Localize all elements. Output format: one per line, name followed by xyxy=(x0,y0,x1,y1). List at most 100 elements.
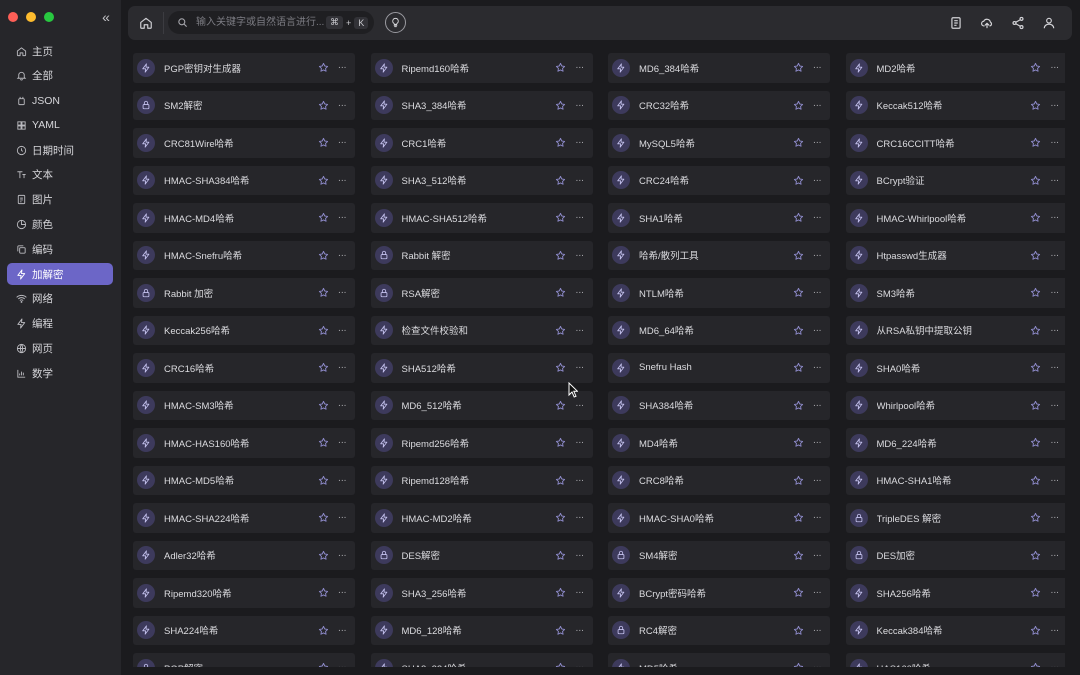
tool-card[interactable]: Adler32哈希 ··· xyxy=(133,540,355,570)
more-options-icon[interactable]: ··· xyxy=(810,512,824,523)
more-options-icon[interactable]: ··· xyxy=(335,287,349,298)
tool-card[interactable]: Whirlpool哈希 ··· xyxy=(845,390,1065,420)
more-options-icon[interactable]: ··· xyxy=(1048,62,1062,73)
more-options-icon[interactable]: ··· xyxy=(335,175,349,186)
more-options-icon[interactable]: ··· xyxy=(810,212,824,223)
star-icon[interactable] xyxy=(1029,136,1043,150)
tool-card[interactable]: HMAC-SHA512哈希 ··· xyxy=(370,203,593,233)
tool-card[interactable]: DES加密 ··· xyxy=(845,540,1065,570)
search-input[interactable] xyxy=(194,16,326,29)
sidebar-item-item-6[interactable]: 图片 xyxy=(7,189,113,211)
tool-card[interactable]: DES解密 ··· xyxy=(370,540,593,570)
more-options-icon[interactable]: ··· xyxy=(1048,475,1062,486)
more-options-icon[interactable]: ··· xyxy=(573,437,587,448)
star-icon[interactable] xyxy=(316,211,330,225)
sidebar-item-item-7[interactable]: 颜色 xyxy=(7,214,113,236)
tool-card[interactable]: SM2解密 ··· xyxy=(133,90,355,120)
tool-card[interactable]: HMAC-SHA224哈希 ··· xyxy=(133,503,355,533)
tool-card[interactable]: Keccak384哈希 ··· xyxy=(845,615,1065,645)
tool-card[interactable]: CRC81Wire哈希 ··· xyxy=(133,128,355,158)
tool-card[interactable]: Rabbit 解密 ··· xyxy=(370,240,593,270)
tool-card[interactable]: HMAC-SHA1哈希 ··· xyxy=(845,465,1065,495)
tool-card[interactable]: MySQL5哈希 ··· xyxy=(608,128,830,158)
more-options-icon[interactable]: ··· xyxy=(335,475,349,486)
tool-card[interactable]: HMAC-SM3哈希 ··· xyxy=(133,390,355,420)
star-icon[interactable] xyxy=(316,361,330,375)
tool-card[interactable]: HMAC-HAS160哈希 ··· xyxy=(133,428,355,458)
more-options-icon[interactable]: ··· xyxy=(335,250,349,261)
tool-card[interactable]: SHA3_256哈希 ··· xyxy=(370,578,593,608)
more-options-icon[interactable]: ··· xyxy=(335,325,349,336)
star-icon[interactable] xyxy=(791,323,805,337)
more-options-icon[interactable]: ··· xyxy=(1048,212,1062,223)
tool-card[interactable]: BCrypt密码哈希 ··· xyxy=(608,578,830,608)
sidebar-item-item-5[interactable]: 文本 xyxy=(7,164,113,186)
tool-card[interactable]: PGP解密 ··· xyxy=(133,653,355,667)
tool-card[interactable]: SHA3_384哈希 ··· xyxy=(370,90,593,120)
tool-card[interactable]: RC4解密 ··· xyxy=(608,615,830,645)
star-icon[interactable] xyxy=(1029,436,1043,450)
star-icon[interactable] xyxy=(316,511,330,525)
more-options-icon[interactable]: ··· xyxy=(573,662,587,667)
more-options-icon[interactable]: ··· xyxy=(573,137,587,148)
minimize-window-button[interactable] xyxy=(26,12,36,22)
more-options-icon[interactable]: ··· xyxy=(573,475,587,486)
more-options-icon[interactable]: ··· xyxy=(335,362,349,373)
star-icon[interactable] xyxy=(791,361,805,375)
tool-card[interactable]: SHA256哈希 ··· xyxy=(845,578,1065,608)
star-icon[interactable] xyxy=(316,248,330,262)
tool-card[interactable]: Ripemd320哈希 ··· xyxy=(133,578,355,608)
more-options-icon[interactable]: ··· xyxy=(573,587,587,598)
cloud-upload-icon[interactable] xyxy=(977,13,996,32)
more-options-icon[interactable]: ··· xyxy=(810,287,824,298)
more-options-icon[interactable]: ··· xyxy=(810,475,824,486)
tool-card[interactable]: HAS160哈希 ··· xyxy=(845,653,1065,667)
tool-card[interactable]: CRC24哈希 ··· xyxy=(608,165,830,195)
more-options-icon[interactable]: ··· xyxy=(335,512,349,523)
more-options-icon[interactable]: ··· xyxy=(810,362,824,373)
sidebar-item-json[interactable]: JSON xyxy=(7,90,113,112)
tool-card[interactable]: HMAC-SHA0哈希 ··· xyxy=(608,503,830,533)
more-options-icon[interactable]: ··· xyxy=(335,550,349,561)
star-icon[interactable] xyxy=(554,173,568,187)
more-options-icon[interactable]: ··· xyxy=(335,137,349,148)
star-icon[interactable] xyxy=(1029,323,1043,337)
more-options-icon[interactable]: ··· xyxy=(1048,437,1062,448)
tool-card[interactable]: HMAC-MD5哈希 ··· xyxy=(133,465,355,495)
tool-card[interactable]: RSA解密 ··· xyxy=(370,278,593,308)
tool-card[interactable]: HMAC-MD4哈希 ··· xyxy=(133,203,355,233)
tool-card[interactable]: SHA3_512哈希 ··· xyxy=(370,165,593,195)
more-options-icon[interactable]: ··· xyxy=(573,550,587,561)
more-options-icon[interactable]: ··· xyxy=(1048,400,1062,411)
sidebar-item-yaml[interactable]: YAML xyxy=(7,114,113,136)
more-options-icon[interactable]: ··· xyxy=(1048,362,1062,373)
star-icon[interactable] xyxy=(554,248,568,262)
more-options-icon[interactable]: ··· xyxy=(810,325,824,336)
tool-card[interactable]: HMAC-SHA384哈希 ··· xyxy=(133,165,355,195)
star-icon[interactable] xyxy=(791,286,805,300)
tool-card[interactable]: CRC32哈希 ··· xyxy=(608,90,830,120)
tool-card[interactable]: SHA512哈希 ··· xyxy=(370,353,593,383)
home-icon[interactable] xyxy=(135,12,157,34)
more-options-icon[interactable]: ··· xyxy=(1048,625,1062,636)
star-icon[interactable] xyxy=(1029,511,1043,525)
more-options-icon[interactable]: ··· xyxy=(573,400,587,411)
star-icon[interactable] xyxy=(554,323,568,337)
star-icon[interactable] xyxy=(316,586,330,600)
search-bar[interactable]: ⌘ + K xyxy=(168,11,374,34)
tool-card[interactable]: CRC16CCITT哈希 ··· xyxy=(845,128,1065,158)
star-icon[interactable] xyxy=(316,436,330,450)
tool-card[interactable]: Snefru Hash ··· xyxy=(608,353,830,383)
tool-card[interactable]: SM4解密 ··· xyxy=(608,540,830,570)
star-icon[interactable] xyxy=(554,511,568,525)
tool-card[interactable]: SHA384哈希 ··· xyxy=(608,390,830,420)
tool-card[interactable]: CRC16哈希 ··· xyxy=(133,353,355,383)
star-icon[interactable] xyxy=(554,361,568,375)
more-options-icon[interactable]: ··· xyxy=(1048,250,1062,261)
more-options-icon[interactable]: ··· xyxy=(335,212,349,223)
tool-card[interactable]: SM3哈希 ··· xyxy=(845,278,1065,308)
star-icon[interactable] xyxy=(316,548,330,562)
more-options-icon[interactable]: ··· xyxy=(573,287,587,298)
star-icon[interactable] xyxy=(316,173,330,187)
more-options-icon[interactable]: ··· xyxy=(573,250,587,261)
